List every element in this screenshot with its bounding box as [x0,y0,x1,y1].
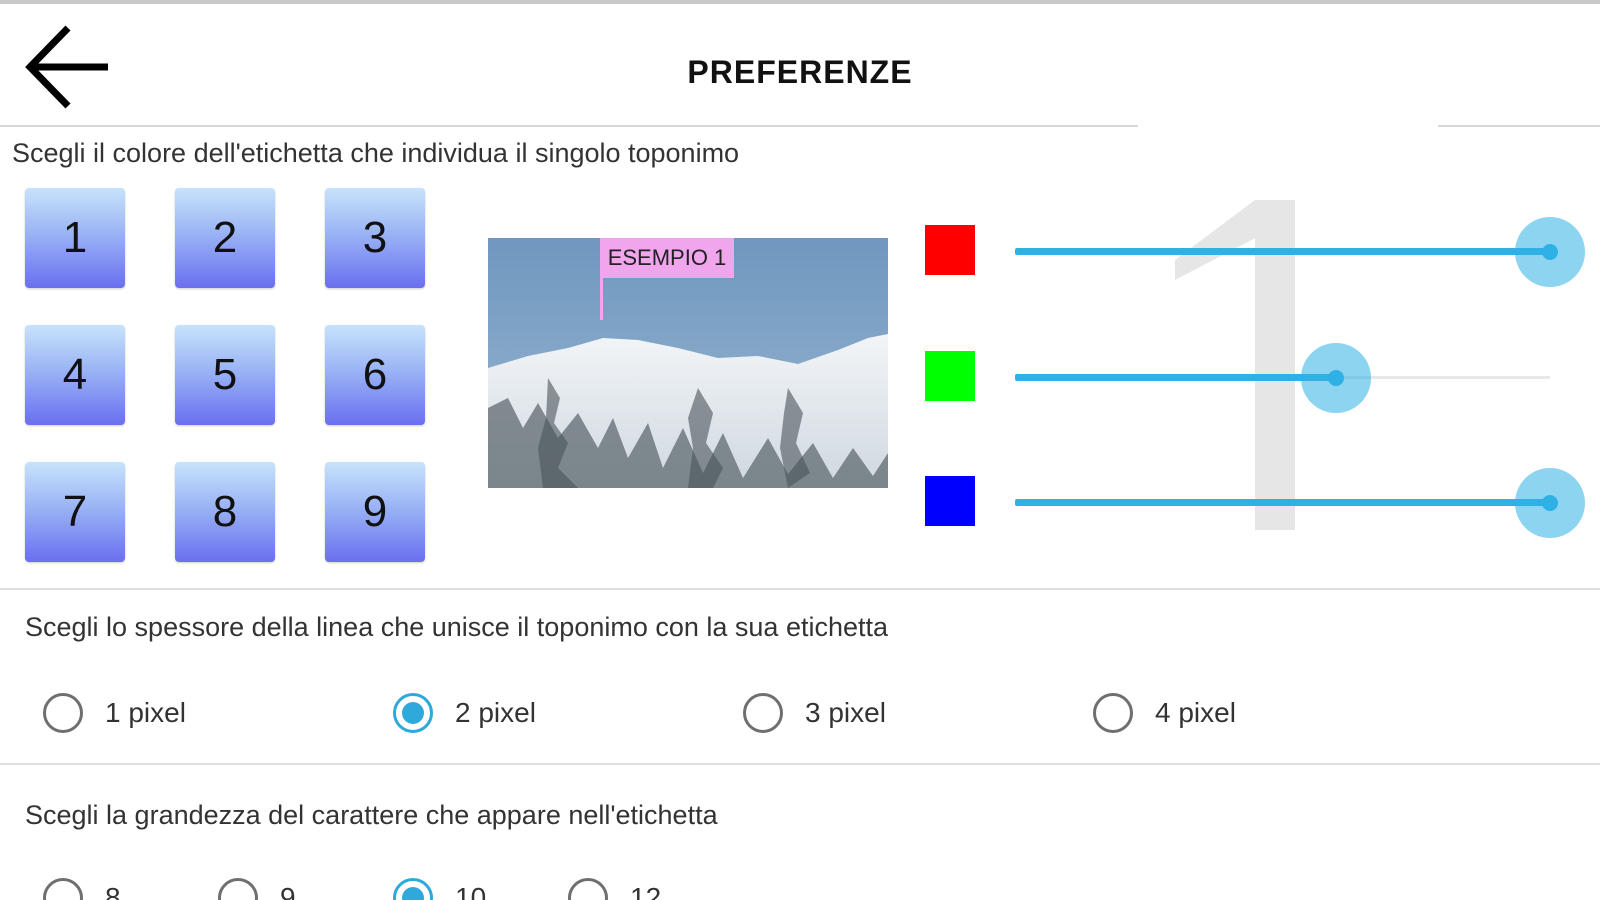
font-option-8[interactable]: 8 [43,878,121,900]
green-swatch [925,351,975,401]
green-slider[interactable] [1015,338,1550,418]
font-section-label: Scegli la grandezza del carattere che ap… [25,800,718,830]
color-preset-button-7[interactable]: 7 [25,462,125,562]
slider-thumb[interactable] [1542,244,1558,260]
color-preset-button-3[interactable]: 3 [325,188,425,288]
font-option-10[interactable]: 10 [393,878,486,900]
slider-thumb[interactable] [1328,370,1344,386]
font-option-9[interactable]: 9 [218,878,296,900]
font-option-12[interactable]: 12 [568,878,661,900]
radio-button[interactable] [568,878,608,900]
blue-slider[interactable] [1015,463,1585,543]
radio-label: 8 [105,882,121,900]
radio-button[interactable] [743,693,783,733]
line-option-2px[interactable]: 2 pixel [393,693,536,733]
example-label: ESEMPIO 1 [600,238,734,278]
example-preview-image: ESEMPIO 1 [488,238,888,488]
app-header: PREFERENZE [0,4,1600,126]
radio-button[interactable] [393,693,433,733]
radio-label: 10 [455,882,487,900]
radio-label: 4 pixel [1155,697,1236,728]
slider-thumb[interactable] [1542,495,1558,511]
font-size-options: 8 9 10 12 [0,860,1600,900]
radio-button[interactable] [393,878,433,900]
color-preset-button-2[interactable]: 2 [175,188,275,288]
radio-label: 2 pixel [455,697,536,728]
radio-label: 1 pixel [105,697,186,728]
line-option-4px[interactable]: 4 pixel [1093,693,1236,733]
radio-button[interactable] [43,693,83,733]
example-connector-line [600,278,603,320]
color-preset-button-8[interactable]: 8 [175,462,275,562]
page-title: PREFERENZE [687,54,913,90]
line-section-label: Scegli lo spessore della linea che unisc… [25,612,889,642]
red-swatch [925,225,975,275]
radio-button[interactable] [218,878,258,900]
line-option-1px[interactable]: 1 pixel [43,693,186,733]
color-preset-button-1[interactable]: 1 [25,188,125,288]
section-divider [0,763,1600,765]
header-divider [1438,125,1600,127]
header-divider [0,125,1138,127]
red-slider[interactable] [1015,212,1585,292]
radio-button[interactable] [1093,693,1133,733]
color-section-label: Scegli il colore dell'etichetta che indi… [12,138,740,168]
radio-button[interactable] [43,878,83,900]
radio-label: 12 [630,882,662,900]
section-divider [0,588,1600,590]
color-preset-button-6[interactable]: 6 [325,325,425,425]
color-preset-button-9[interactable]: 9 [325,462,425,562]
line-option-3px[interactable]: 3 pixel [743,693,886,733]
radio-label: 9 [280,882,296,900]
radio-label: 3 pixel [805,697,886,728]
blue-swatch [925,476,975,526]
color-preset-button-5[interactable]: 5 [175,325,275,425]
color-preset-button-4[interactable]: 4 [25,325,125,425]
